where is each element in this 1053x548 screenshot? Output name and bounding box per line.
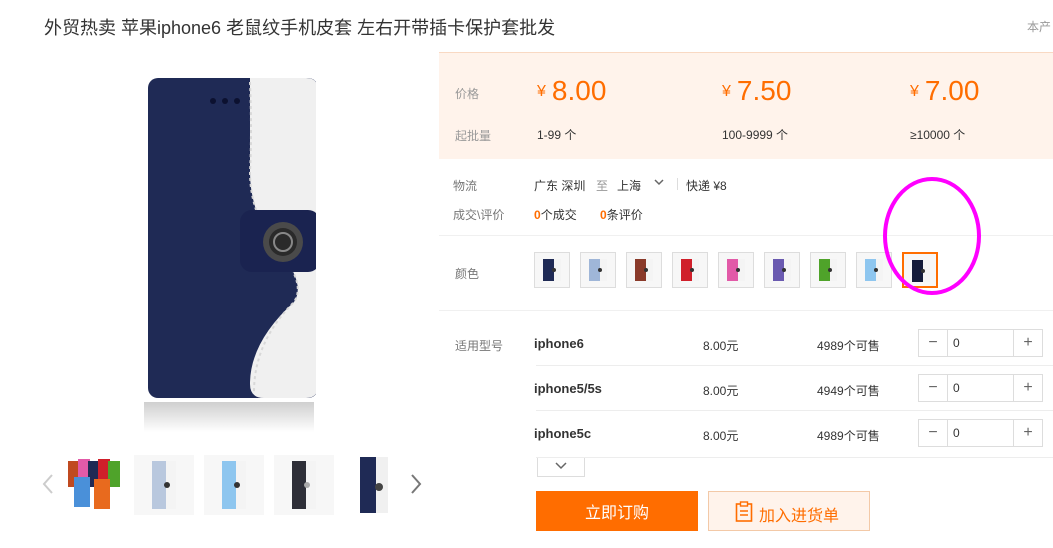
color-swatch[interactable] (902, 252, 938, 288)
color-swatch[interactable] (810, 252, 846, 288)
increment-button[interactable]: + (1013, 375, 1042, 401)
case-color-icon (912, 260, 930, 282)
color-swatch[interactable] (672, 252, 708, 288)
corner-link[interactable]: 本产 (1027, 18, 1051, 35)
ship-to-select[interactable]: 上海 (617, 177, 641, 194)
tier-range-1: 1-99 个 (537, 128, 577, 142)
quantity-input[interactable] (949, 378, 1017, 398)
decrement-button[interactable]: − (919, 330, 948, 356)
tier-range-2: 100-9999 个 (722, 128, 789, 142)
divider (536, 365, 1053, 366)
tier-price-3: ¥7.00 (910, 75, 980, 106)
color-swatch[interactable] (626, 252, 662, 288)
case-color-icon (543, 259, 561, 281)
shipping-fee: 快递 ¥8 (686, 179, 727, 193)
quantity-stepper: − + (918, 374, 1043, 402)
case-color-icon (681, 259, 699, 281)
product-title: 外贸热卖 苹果iphone6 老鼠纹手机皮套 左右开带插卡保护套批发 (44, 18, 556, 38)
expand-models-toggle[interactable] (537, 458, 585, 477)
moq-label: 起批量 (455, 129, 492, 143)
color-swatch[interactable] (764, 252, 800, 288)
model-name: iphone6 (534, 336, 584, 351)
models-label: 适用型号 (455, 339, 504, 353)
color-swatch[interactable] (580, 252, 616, 288)
thumbnail-5[interactable] (344, 455, 404, 515)
increment-button[interactable]: + (1013, 420, 1042, 446)
case-color-icon (727, 259, 745, 281)
thumbnail-3[interactable] (204, 455, 264, 515)
model-stock: 4989个可售 (817, 339, 880, 353)
ship-from: 广东 深圳 (534, 179, 586, 193)
deals-summary[interactable]: 0个成交 (534, 206, 577, 223)
model-stock: 4949个可售 (817, 384, 880, 398)
chevron-down-icon[interactable] (653, 176, 665, 188)
clipboard-icon (735, 501, 753, 522)
thumbnail-2[interactable] (134, 455, 194, 515)
price-label: 价格 (455, 87, 480, 101)
thumbnail-4[interactable] (274, 455, 334, 515)
increment-button[interactable]: + (1013, 330, 1042, 356)
tier-price-2: ¥7.50 (722, 75, 792, 106)
thumbnail-1[interactable] (64, 455, 124, 515)
decrement-button[interactable]: − (919, 375, 948, 401)
buy-now-button[interactable]: 立即订购 (536, 491, 698, 531)
add-to-cart-button[interactable]: 加入进货单 (708, 491, 870, 531)
thumbnail-next-arrow[interactable] (410, 473, 426, 497)
divider (439, 235, 1053, 236)
case-color-icon (773, 259, 791, 281)
model-price: 8.00元 (703, 384, 739, 398)
divider (439, 310, 1053, 311)
color-swatch[interactable] (534, 252, 570, 288)
divider (536, 410, 1053, 411)
model-price: 8.00元 (703, 429, 739, 443)
tier-range-3: ≥10000 个 (910, 128, 966, 142)
deals-label: 成交\评价 (453, 208, 505, 222)
model-price: 8.00元 (703, 339, 739, 353)
logistics-label: 物流 (453, 179, 478, 193)
model-name: iphone5c (534, 426, 592, 441)
add-to-cart-label: 加入进货单 (759, 508, 840, 525)
chevron-right-icon (411, 474, 422, 494)
thumbnail-prev-arrow[interactable] (42, 473, 58, 497)
divider (536, 457, 1053, 458)
quantity-stepper: − + (918, 419, 1043, 447)
main-product-image (44, 52, 320, 432)
divider (677, 178, 678, 190)
ship-to-word: 至 (596, 179, 609, 193)
model-name: iphone5/5s (534, 381, 602, 396)
quantity-input[interactable] (949, 333, 1017, 353)
reviews-summary[interactable]: 0条评价 (600, 206, 643, 223)
model-stock: 4989个可售 (817, 429, 880, 443)
decrement-button[interactable]: − (919, 420, 948, 446)
tier-price-1: ¥8.00 (537, 75, 607, 106)
quantity-input[interactable] (949, 423, 1017, 443)
case-color-icon (819, 259, 837, 281)
case-color-icon (589, 259, 607, 281)
chevron-left-icon (42, 474, 53, 494)
chevron-down-icon (555, 462, 567, 470)
quantity-stepper: − + (918, 329, 1043, 357)
case-color-icon (635, 259, 653, 281)
price-panel: 价格 起批量 ¥8.00 ¥7.50 ¥7.00 1-99 个 100-9999… (439, 52, 1053, 159)
color-swatch[interactable] (718, 252, 754, 288)
case-color-icon (865, 259, 883, 281)
color-swatch[interactable] (856, 252, 892, 288)
color-label: 颜色 (455, 267, 480, 281)
